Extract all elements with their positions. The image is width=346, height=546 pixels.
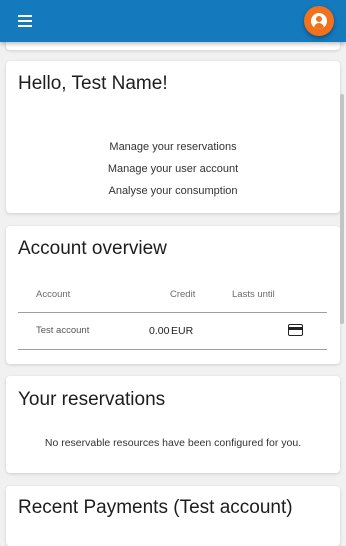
- column-header-credit: Credit: [170, 289, 196, 300]
- manage-user-account-link[interactable]: Manage your user account: [6, 163, 340, 175]
- analyse-consumption-link[interactable]: Analyse your consumption: [6, 185, 340, 197]
- credit-card-icon[interactable]: [288, 324, 303, 336]
- recent-payments-title: Recent Payments (Test account): [18, 497, 293, 518]
- credit-value-cell: 0.00: [149, 325, 170, 337]
- column-header-account: Account: [36, 289, 71, 300]
- manage-reservations-link[interactable]: Manage your reservations: [6, 141, 340, 153]
- reservations-card: Your reservations No reservable resource…: [6, 376, 340, 473]
- app-bar: [0, 0, 346, 42]
- account-circle-icon: [311, 13, 327, 29]
- column-header-lasts-until: Lasts until: [232, 289, 275, 300]
- account-overview-card: Account overview Account Credit Lasts un…: [6, 226, 340, 364]
- menu-line: [18, 15, 32, 17]
- avatar-head: [316, 16, 322, 22]
- account-overview-title: Account overview: [18, 238, 167, 259]
- table-header-divider: [18, 312, 327, 313]
- account-avatar-button[interactable]: [304, 6, 334, 36]
- avatar-body: [314, 23, 324, 29]
- hamburger-menu-icon[interactable]: [18, 14, 36, 28]
- credit-currency-cell: EUR: [171, 325, 194, 337]
- hello-title: Hello, Test Name!: [18, 73, 168, 94]
- table-row-divider: [18, 349, 327, 350]
- menu-line: [18, 25, 32, 27]
- account-name-cell: Test account: [36, 325, 90, 336]
- page-scrollbar[interactable]: [340, 94, 344, 324]
- recent-payments-card: Recent Payments (Test account): [6, 486, 340, 546]
- menu-line: [18, 20, 32, 22]
- reservations-title: Your reservations: [18, 389, 166, 410]
- hello-card: Hello, Test Name! Manage your reservatio…: [6, 61, 340, 213]
- reservations-empty-message: No reservable resources have been config…: [44, 437, 302, 449]
